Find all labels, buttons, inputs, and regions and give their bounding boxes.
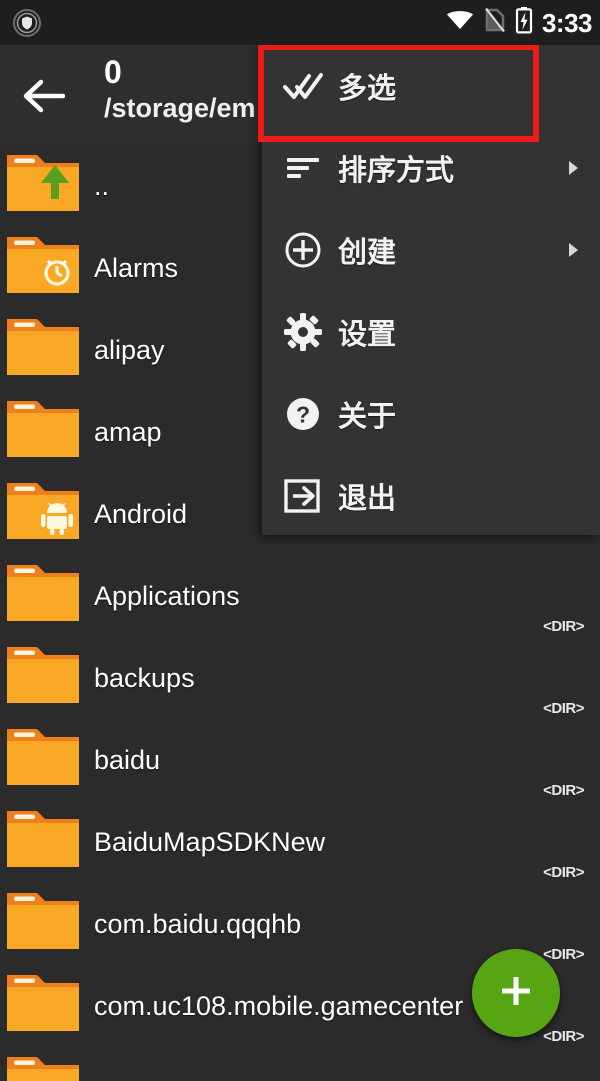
folder-icon [5, 313, 81, 379]
shield-icon [10, 6, 44, 40]
phone-screen: 3:33 0 /storage/em .. Alarms alipay amap And… [0, 0, 600, 1081]
file-list-row[interactable]: baidu <DIR> [0, 719, 600, 801]
file-list-row[interactable]: Applications <DIR> [0, 555, 600, 637]
folder-icon [5, 805, 81, 871]
folder-icon [5, 887, 81, 953]
file-type-badge: <DIR> [543, 864, 584, 881]
folder-android-icon [5, 477, 81, 543]
svg-text:?: ? [296, 402, 310, 428]
menu-item-label: 关于 [338, 401, 397, 433]
file-name-label: com.uc108.mobile.gamecenter [94, 990, 464, 1021]
file-name-label: alipay [94, 334, 165, 365]
file-list-row[interactable] [0, 1047, 600, 1081]
plus-circle-icon [282, 229, 324, 271]
menu-item-1[interactable]: 排序方式 [262, 127, 600, 209]
double-check-icon [282, 65, 324, 107]
folder-icon [5, 559, 81, 625]
folder-icon [5, 723, 81, 789]
battery-charging-icon [515, 6, 533, 39]
menu-item-3[interactable]: 设置 [262, 291, 600, 373]
file-name-label: com.baidu.qqqhb [94, 908, 302, 939]
file-name-label: Applications [94, 580, 240, 611]
status-clock: 3:33 [541, 7, 593, 38]
menu-item-5[interactable]: 退出 [262, 455, 600, 537]
app-bar-titles: 0 /storage/em [104, 53, 284, 125]
menu-item-label: 退出 [338, 483, 397, 515]
breadcrumb-path: /storage/em [104, 93, 256, 123]
file-name-label: baidu [94, 744, 161, 775]
menu-item-label: 多选 [338, 73, 397, 105]
page-title: 0 [104, 54, 122, 90]
folder-alarm-icon [5, 231, 81, 297]
add-button-fab[interactable] [472, 949, 560, 1037]
folder-icon [5, 969, 81, 1035]
overflow-menu[interactable]: 多选 排序方式 创建 设置? 关于 退出 [262, 45, 600, 535]
plus-icon [493, 968, 539, 1019]
file-type-badge: <DIR> [543, 782, 584, 799]
file-name-label: Alarms [94, 252, 179, 283]
sort-icon [282, 147, 324, 189]
menu-item-2[interactable]: 创建 [262, 209, 600, 291]
file-name-label: amap [94, 416, 162, 447]
menu-item-4[interactable]: ? 关于 [262, 373, 600, 455]
status-bar: 3:33 [0, 0, 600, 45]
file-type-badge: <DIR> [543, 618, 584, 635]
no-sim-icon [484, 7, 506, 38]
folder-icon [5, 1051, 81, 1081]
folder-icon [5, 641, 81, 707]
exit-icon [282, 475, 324, 517]
wifi-icon [445, 8, 475, 37]
gear-icon [282, 311, 324, 353]
question-circle-icon: ? [282, 393, 324, 435]
file-type-badge: <DIR> [543, 1028, 584, 1045]
folder-up-icon [5, 149, 81, 215]
chevron-right-icon [569, 243, 578, 257]
back-arrow-icon[interactable] [20, 73, 66, 119]
file-name-label: BaiduMapSDKNew [94, 826, 326, 857]
menu-item-label: 排序方式 [338, 155, 455, 187]
menu-item-label: 创建 [338, 237, 397, 269]
menu-item-label: 设置 [338, 319, 397, 351]
file-list-row[interactable]: backups <DIR> [0, 637, 600, 719]
file-name-label: Android [94, 498, 188, 529]
file-name-label: .. [94, 170, 110, 201]
menu-item-0[interactable]: 多选 [262, 45, 600, 127]
file-type-badge: <DIR> [543, 946, 584, 963]
folder-icon [5, 395, 81, 461]
chevron-right-icon [569, 161, 578, 175]
file-list-row[interactable]: BaiduMapSDKNew <DIR> [0, 801, 600, 883]
status-bar-icons: 3:33 [445, 0, 593, 45]
file-type-badge: <DIR> [543, 700, 584, 717]
file-name-label: backups [94, 662, 195, 693]
